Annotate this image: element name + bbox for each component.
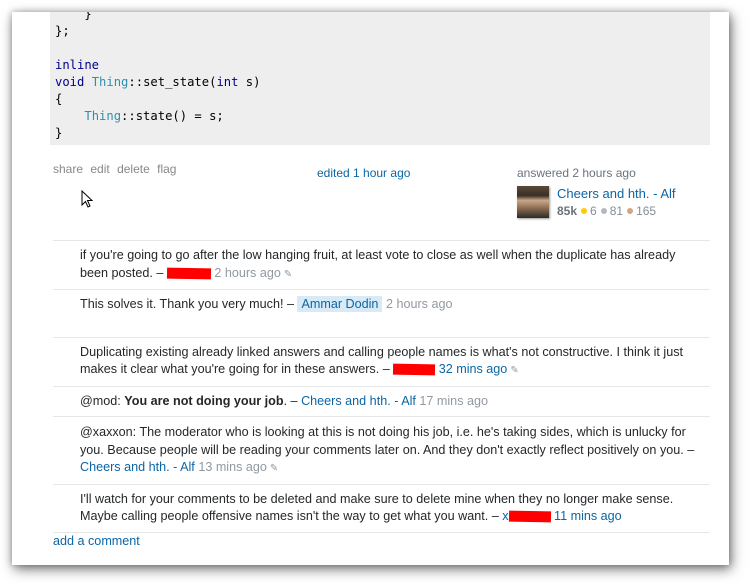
pencil-icon: ✎ <box>510 365 519 376</box>
gold-count: 6 <box>590 204 597 218</box>
comment-item: I'll watch for your comments to be delet… <box>53 483 710 532</box>
comment-item: @mod: You are not doing your job. – Chee… <box>53 385 710 417</box>
comment-text: Duplicating existing already linked answ… <box>80 344 684 377</box>
pencil-icon: ✎ <box>269 463 279 474</box>
code-line: } <box>55 12 92 21</box>
code-line: } <box>55 126 63 140</box>
comment-user-link[interactable]: Cheers and hth. - Alf <box>80 460 195 474</box>
user-signature: answered 2 hours ago Cheers and hth. - A… <box>517 166 676 218</box>
comment-timestamp[interactable]: 17 mins ago <box>419 394 488 408</box>
reputation-badges: 85k 6 81 165 <box>557 204 656 218</box>
comment-item: This solves it. Thank you very much! – A… <box>53 289 710 337</box>
code-line: void Thing::set_state(int s) <box>55 75 261 89</box>
comment-user-link[interactable]: x <box>502 509 508 523</box>
comment-user-link[interactable]: Ammar Dodin <box>297 296 383 312</box>
mouse-cursor-icon <box>81 190 93 208</box>
comment-timestamp[interactable]: 32 mins ago <box>439 362 508 376</box>
comment-text: This solves it. Thank you very much! – <box>80 297 298 311</box>
code-line: Thing::state() = s; <box>84 109 224 123</box>
comment-timestamp[interactable]: 11 mins ago <box>554 509 622 523</box>
redacted-username <box>508 510 551 523</box>
comments-divider <box>53 531 710 533</box>
edited-link[interactable]: edited 1 hour ago <box>317 166 410 180</box>
comment-user-link[interactable]: Cheers and hth. - Alf <box>301 394 416 408</box>
avatar[interactable] <box>517 186 549 218</box>
silver-badge-icon <box>600 208 607 215</box>
answered-time: answered 2 hours ago <box>517 166 636 180</box>
post-menu: share edit delete flag <box>53 162 180 176</box>
comment-item: Duplicating existing already linked answ… <box>53 336 710 386</box>
add-comment-link[interactable]: add a comment <box>53 534 140 548</box>
gold-badge-icon <box>581 208 588 215</box>
bronze-badge-icon <box>627 208 634 215</box>
delete-link[interactable]: delete <box>117 162 150 176</box>
comment-timestamp[interactable]: 13 mins ago <box>198 460 267 474</box>
comment-item: if you're going to go after the low hang… <box>53 240 710 289</box>
pencil-icon: ✎ <box>283 268 293 280</box>
share-link[interactable]: share <box>53 162 83 176</box>
edit-link[interactable]: edit <box>90 162 109 176</box>
code-block: }};inlinevoid Thing::set_state(int s){ T… <box>50 12 710 145</box>
comment-item: @xaxxon: The moderator who is looking at… <box>53 416 710 484</box>
user-name-link[interactable]: Cheers and hth. - Alf <box>557 186 676 201</box>
post-window: }};inlinevoid Thing::set_state(int s){ T… <box>12 12 729 565</box>
comments-list: if you're going to go after the low hang… <box>53 240 710 533</box>
flag-link[interactable]: flag <box>157 162 176 176</box>
comment-timestamp[interactable]: 2 hours ago <box>386 297 453 311</box>
comment-text: @xaxxon: The moderator who is looking at… <box>80 425 695 457</box>
code-line: inline <box>55 58 100 72</box>
comment-text: @mod: You are not doing your job. – <box>80 393 302 408</box>
reputation-score: 85k <box>557 204 578 218</box>
comment-timestamp[interactable]: 2 hours ago <box>214 266 281 280</box>
code-line: }; <box>55 24 70 38</box>
redacted-username <box>166 267 211 280</box>
silver-count: 81 <box>609 204 624 218</box>
bronze-count: 165 <box>636 204 657 218</box>
redacted-username <box>393 363 436 376</box>
code-line: { <box>55 92 63 106</box>
